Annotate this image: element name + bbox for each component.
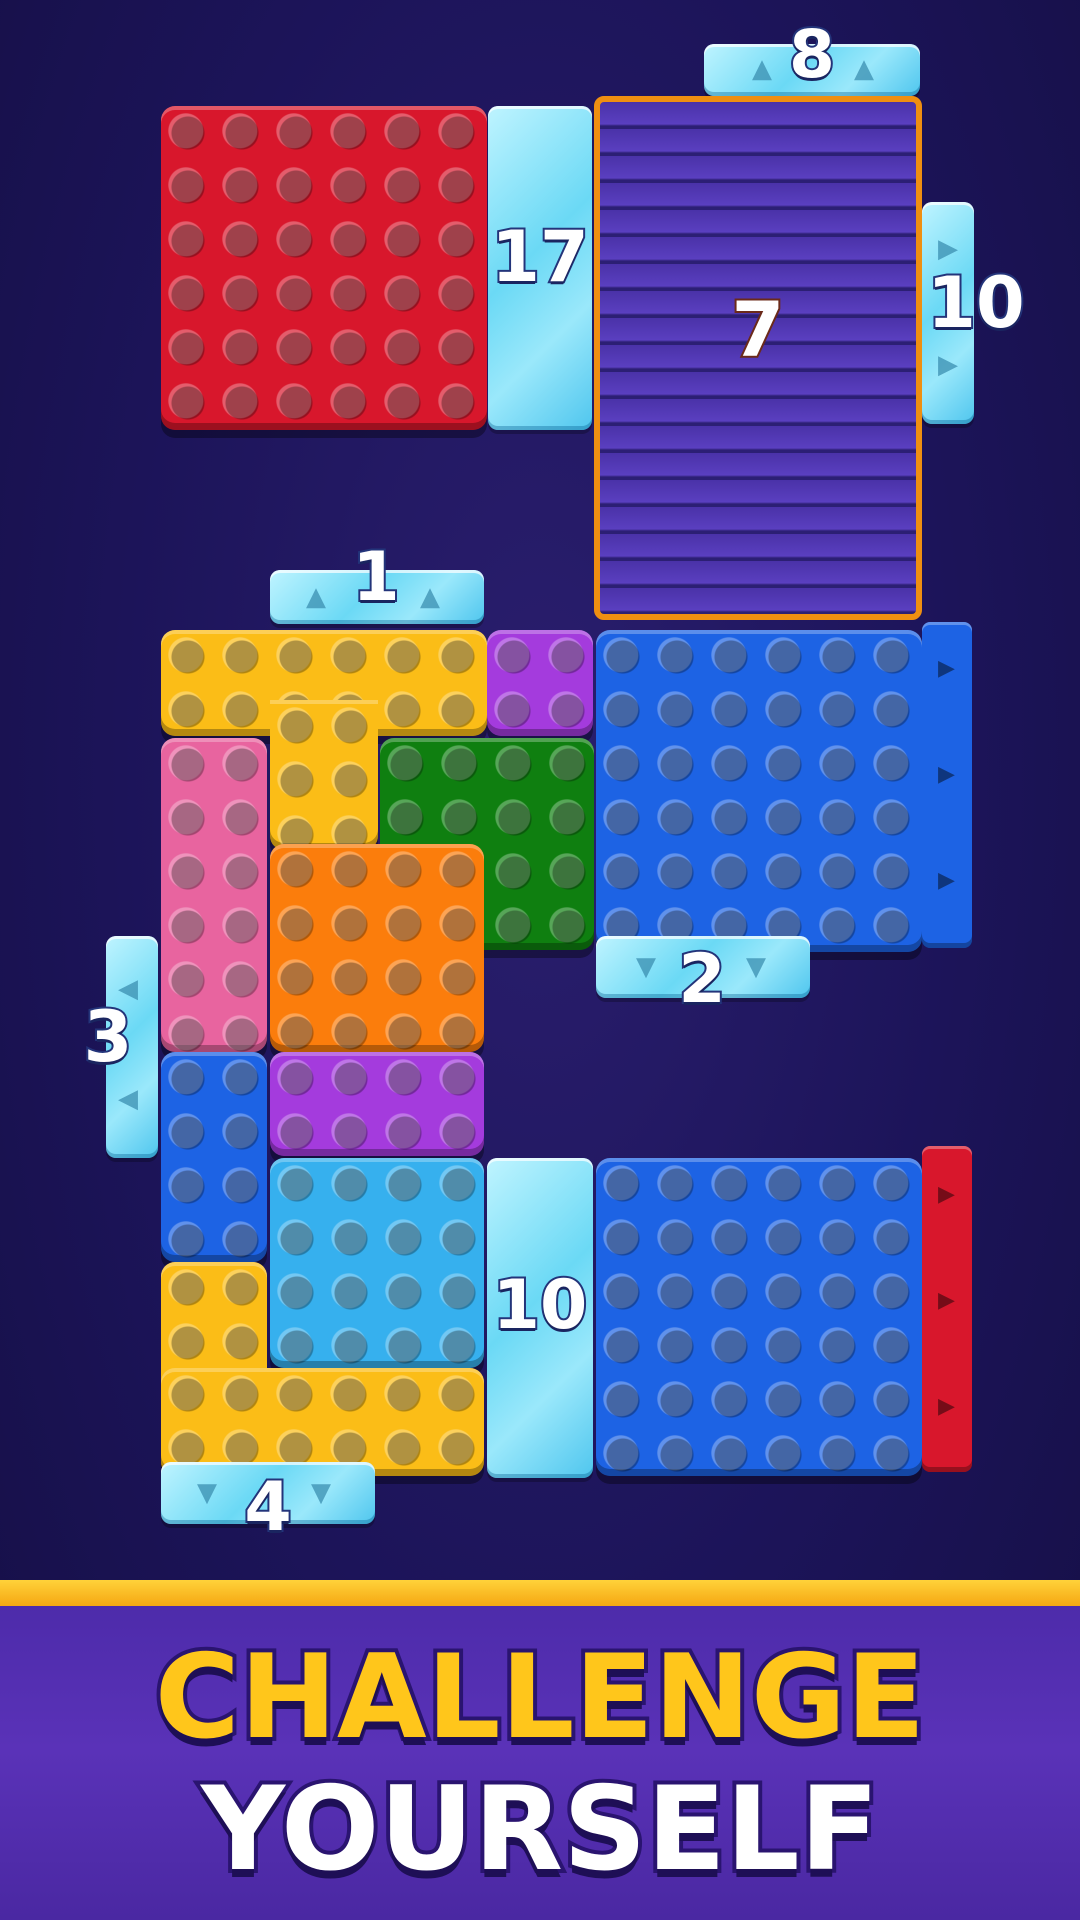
down-arrow-icon: ▼ (746, 952, 766, 982)
blue-bottom-block[interactable] (596, 1158, 922, 1476)
right-arrow-icon: ▶ (938, 1394, 955, 1419)
right-arrow-icon: ▶ (938, 1288, 955, 1313)
up-arrow-icon: ▲ (306, 582, 326, 612)
banner-stripe (0, 1580, 1080, 1606)
yellow-t-block-stem[interactable] (270, 700, 378, 850)
down-arrow-icon: ▼ (197, 1478, 217, 1508)
right-arrow-icon: ▶ (938, 350, 958, 380)
red-block[interactable] (161, 106, 487, 430)
blue-exit-gate: ▶ ▶ ▶ (922, 622, 972, 948)
bottom-left-counter: 4 (242, 1468, 293, 1547)
blue-small-block[interactable] (161, 1052, 267, 1262)
left-arrow-icon: ◀ (118, 1084, 138, 1114)
red-exit-gate: ▶ ▶ ▶ (922, 1146, 972, 1472)
left-exit-counter: 3 (82, 996, 135, 1078)
right-arrow-icon: ▶ (938, 762, 955, 787)
up-arrow-icon: ▲ (420, 582, 440, 612)
cage-counter: 7 (730, 285, 787, 374)
purple-wide-block[interactable] (270, 1052, 484, 1156)
down-arrow-icon: ▼ (636, 952, 656, 982)
right-exit-counter: 10 (925, 262, 1026, 344)
right-arrow-icon: ▶ (938, 1182, 955, 1207)
middle-ice-counter: 10 (491, 1266, 590, 1345)
up-arrow-icon: ▲ (854, 54, 874, 84)
right-arrow-icon: ▶ (938, 656, 955, 681)
game-board: 17 ▲ ▲ 8 7 ▶ ▶ 10 ▲ ▲ 1 ▶ ▶ ▶ ▼ ▼ 2 ◀ ◀ … (0, 0, 1080, 1580)
light-blue-block[interactable] (270, 1158, 484, 1368)
yellow-l-block-base[interactable] (161, 1368, 484, 1476)
top-exit-counter: 8 (787, 16, 837, 93)
right-arrow-icon: ▶ (938, 868, 955, 893)
blue-large-block[interactable] (596, 630, 922, 952)
headline-line-1: CHALLENGE (151, 1630, 930, 1765)
purple-small-block[interactable] (487, 630, 593, 736)
orange-block[interactable] (270, 844, 484, 1052)
right-arrow-icon: ▶ (938, 234, 958, 264)
bottom-ice-counter-2: 2 (676, 940, 727, 1019)
down-arrow-icon: ▼ (311, 1478, 331, 1508)
up-arrow-icon: ▲ (752, 54, 772, 84)
pink-block[interactable] (161, 738, 267, 1052)
top-ice-counter-1: 1 (350, 538, 401, 617)
ice-counter-17: 17 (489, 216, 590, 298)
headline-line-2: YOURSELF (197, 1762, 883, 1897)
